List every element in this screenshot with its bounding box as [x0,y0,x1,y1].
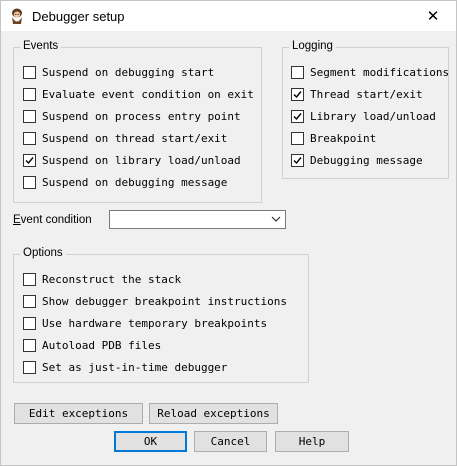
checkbox-box[interactable] [23,109,36,123]
checkbox-label: Library load/unload [310,109,436,123]
events-group-title: Events [20,40,62,52]
bug-logo-icon [12,8,22,24]
checkbox-box[interactable] [23,294,36,308]
options-set-as-just-in-time-debugger-checkbox[interactable]: Set as just-in-time debugger [23,359,227,375]
events-suspend-on-thread-start-exit-checkbox[interactable]: Suspend on thread start/exit [23,130,227,146]
checkbox-label: Debugging message [310,153,423,167]
logging-breakpoint-checkbox[interactable]: Breakpoint [291,130,376,146]
checkmark-icon [293,90,302,98]
event-condition-label: Event condition [13,214,92,226]
cancel-button[interactable]: Cancel [194,431,267,452]
checkbox-label: Suspend on library load/unload [42,153,241,167]
checkbox-box[interactable] [23,316,36,330]
close-icon: ✕ [426,7,440,25]
checkbox-label: Autoload PDB files [42,338,162,352]
chevron-down-icon [271,216,281,222]
checkbox-label: Thread start/exit [310,87,423,101]
title-bar: Debugger setup ✕ [1,1,456,31]
reload-exceptions-button[interactable]: Reload exceptions [149,403,278,424]
help-button[interactable]: Help [275,431,349,452]
edit-exceptions-button[interactable]: Edit exceptions [14,403,143,424]
checkbox-box[interactable] [23,338,36,352]
checkbox-box[interactable] [23,175,36,189]
checkbox-box[interactable] [291,131,304,145]
checkbox-box[interactable] [291,109,304,123]
checkbox-box[interactable] [23,131,36,145]
checkbox-label: Suspend on thread start/exit [42,131,228,145]
options-show-debugger-breakpoint-instructions-checkbox[interactable]: Show debugger breakpoint instructions [23,293,287,309]
checkbox-label: Suspend on debugging start [42,65,215,79]
debugger-setup-dialog: Debugger setup ✕ Events Suspend on debug… [0,0,457,466]
checkbox-label: Suspend on debugging message [42,175,228,189]
checkbox-box[interactable] [291,65,304,79]
checkbox-box[interactable] [291,153,304,167]
checkbox-box[interactable] [23,87,36,101]
checkbox-label: Evaluate event condition on exit [42,87,254,101]
checkbox-label: Breakpoint [310,131,377,145]
logging-group-title: Logging [289,40,336,52]
logging-thread-start-exit-checkbox[interactable]: Thread start/exit [291,86,423,102]
checkbox-label: Use hardware temporary breakpoints [42,316,268,330]
checkmark-icon [293,156,302,164]
events-suspend-on-debugging-start-checkbox[interactable]: Suspend on debugging start [23,64,214,80]
events-suspend-on-library-load-unload-checkbox[interactable]: Suspend on library load/unload [23,152,241,168]
logging-library-load-unload-checkbox[interactable]: Library load/unload [291,108,436,124]
checkbox-box[interactable] [23,65,36,79]
events-suspend-on-debugging-message-checkbox[interactable]: Suspend on debugging message [23,174,227,190]
close-button[interactable]: ✕ [410,1,456,31]
checkbox-label: Segment modifications [310,65,450,79]
options-group-title: Options [20,247,66,259]
checkbox-box[interactable] [23,360,36,374]
logging-debugging-message-checkbox[interactable]: Debugging message [291,152,423,168]
checkbox-box[interactable] [23,272,36,286]
checkbox-label: Reconstruct the stack [42,272,182,286]
options-use-hardware-temporary-breakpoints-checkbox[interactable]: Use hardware temporary breakpoints [23,315,267,331]
checkbox-box[interactable] [291,87,304,101]
window-title: Debugger setup [32,9,125,24]
events-suspend-on-process-entry-point-checkbox[interactable]: Suspend on process entry point [23,108,241,124]
checkbox-label: Set as just-in-time debugger [42,360,228,374]
event-condition-dropdown[interactable] [109,210,286,229]
checkmark-icon [25,156,34,164]
checkbox-label: Suspend on process entry point [42,109,241,123]
logging-segment-modifications-checkbox[interactable]: Segment modifications [291,64,449,80]
options-reconstruct-the-stack-checkbox[interactable]: Reconstruct the stack [23,271,181,287]
events-evaluate-event-condition-on-exit-checkbox[interactable]: Evaluate event condition on exit [23,86,254,102]
checkbox-label: Show debugger breakpoint instructions [42,294,288,308]
checkmark-icon [293,112,302,120]
checkbox-box[interactable] [23,153,36,167]
ok-button[interactable]: OK [114,431,187,452]
options-autoload-pdb-files-checkbox[interactable]: Autoload PDB files [23,337,161,353]
